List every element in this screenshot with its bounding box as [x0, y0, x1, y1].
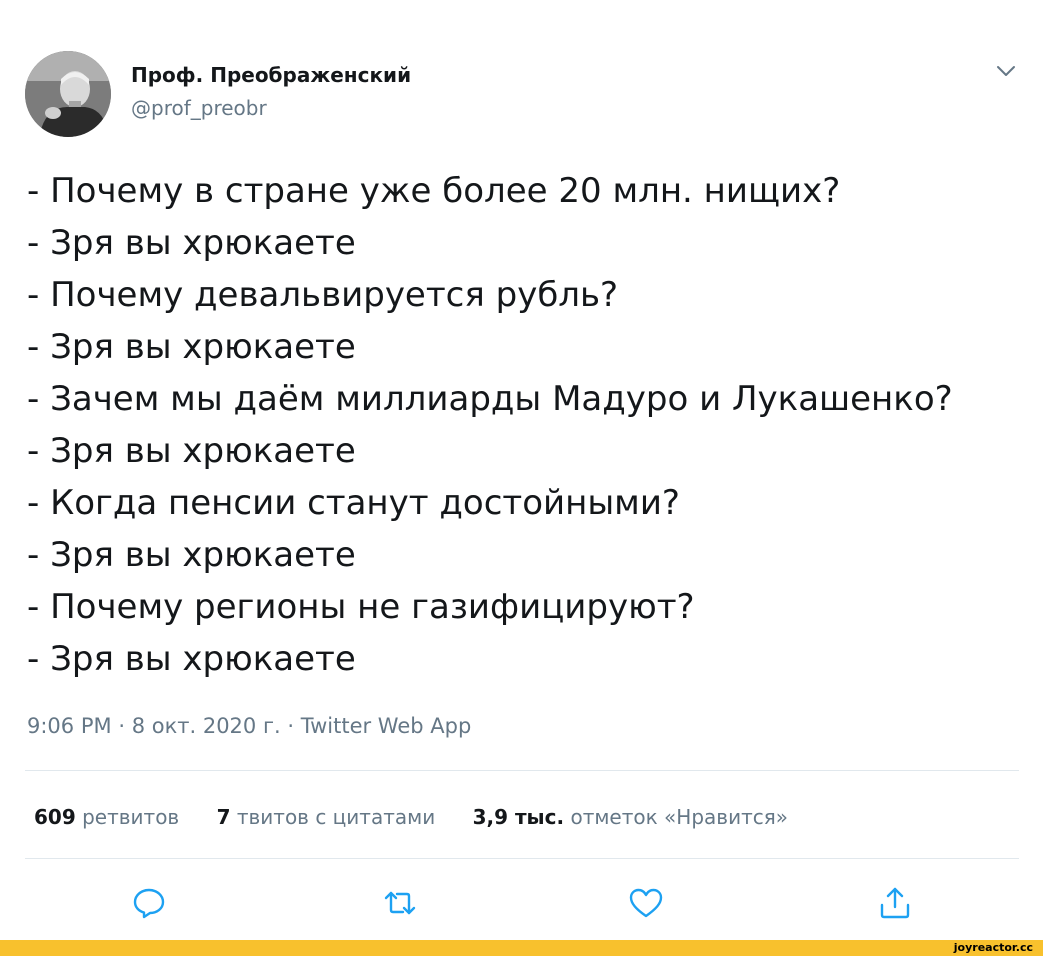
- retweets-count: 609: [34, 805, 76, 829]
- tweet-source[interactable]: Twitter Web App: [301, 714, 472, 738]
- retweets-label: ретвитов: [82, 805, 180, 829]
- reply-button[interactable]: [131, 885, 167, 921]
- share-button[interactable]: [877, 885, 913, 921]
- quotes-label: твитов с цитатами: [236, 805, 436, 829]
- retweet-button[interactable]: [382, 885, 418, 921]
- tweet-time[interactable]: 9:06 PM: [27, 714, 112, 738]
- like-button[interactable]: [628, 885, 664, 921]
- footer-brand[interactable]: joyreactor.cc: [947, 940, 1039, 956]
- tweet-line: - Почему девальвируется рубль?: [27, 275, 619, 315]
- like-icon: [629, 888, 663, 918]
- tweet-date[interactable]: 8 окт. 2020 г.: [132, 714, 281, 738]
- retweets-stat[interactable]: 609 ретвитов: [34, 803, 179, 831]
- tweet-line: - Почему регионы не газифицируют?: [27, 587, 695, 627]
- author-name[interactable]: Проф. Преображенский: [131, 62, 411, 88]
- quotes-stat[interactable]: 7 твитов с цитатами: [217, 803, 436, 831]
- meta-separator: ·: [287, 714, 295, 738]
- tweet-line: - Зря вы хрюкаете: [27, 535, 356, 575]
- tweet-line: - Почему в стране уже более 20 млн. нищи…: [27, 171, 841, 211]
- tweet-line: - Зря вы хрюкаете: [27, 431, 356, 471]
- tweet-line: - Когда пенсии станут достойными?: [27, 483, 680, 523]
- tweet-meta: 9:06 PM · 8 окт. 2020 г. · Twitter Web A…: [27, 712, 471, 740]
- likes-stat[interactable]: 3,9 тыс. отметок «Нравится»: [473, 803, 788, 831]
- tweet-line: - Зря вы хрюкаете: [27, 639, 356, 679]
- retweet-icon: [384, 891, 416, 915]
- meta-separator: ·: [118, 714, 125, 738]
- reply-icon: [133, 888, 165, 919]
- quotes-count: 7: [216, 805, 231, 829]
- tweet-line: - Зачем мы даём миллиарды Мадуро и Лукаш…: [27, 379, 953, 419]
- tweet-line: - Зря вы хрюкаете: [27, 223, 356, 263]
- avatar-photo: [25, 51, 111, 137]
- avatar[interactable]: [25, 51, 111, 137]
- tweet-stats: 609 ретвитов 7 твитов с цитатами 3,9 тыс…: [34, 803, 819, 831]
- tweet-line: - Зря вы хрюкаете: [27, 327, 356, 367]
- share-icon: [880, 887, 910, 919]
- chevron-down-icon[interactable]: [994, 62, 1018, 80]
- footer-bar: joyreactor.cc: [0, 940, 1043, 956]
- divider: [25, 858, 1019, 859]
- likes-count: 3,9 тыс.: [472, 805, 565, 829]
- divider: [25, 770, 1019, 771]
- author-handle[interactable]: @prof_preobr: [131, 96, 267, 120]
- tweet-text: - Почему в стране уже более 20 млн. нищи…: [27, 165, 1027, 685]
- likes-label: отметок «Нравится»: [570, 805, 788, 829]
